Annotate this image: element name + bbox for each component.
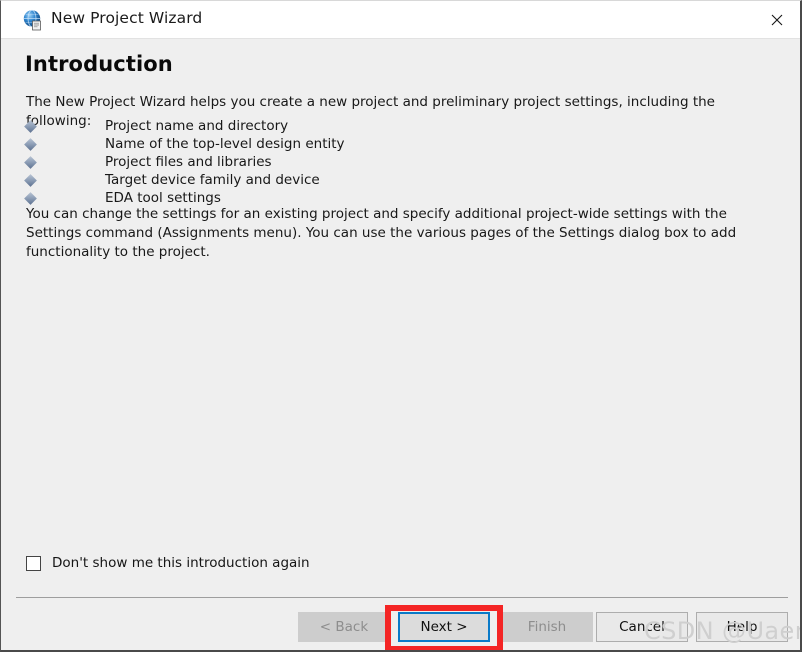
diamond-bullet-icon [24, 156, 37, 169]
diamond-bullet-icon [24, 138, 37, 151]
list-item: Project files and libraries [24, 153, 626, 171]
dont-show-again-checkbox[interactable]: Don't show me this introduction again [26, 553, 310, 573]
back-button[interactable]: < Back [298, 612, 390, 642]
checkbox-box-icon[interactable] [26, 555, 41, 571]
list-item: Name of the top-level design entity [24, 135, 626, 153]
cancel-button[interactable]: Cancel [596, 612, 688, 642]
diamond-bullet-icon [24, 174, 37, 187]
title-bar: New Project Wizard [1, 1, 800, 39]
note-paragraph: You can change the settings for an exist… [26, 206, 737, 260]
window-title: New Project Wizard [51, 9, 203, 27]
list-item-label: Project files and libraries [105, 154, 272, 170]
dont-show-again-label: Don't show me this introduction again [52, 555, 310, 571]
page-title: Introduction [25, 52, 173, 76]
diamond-bullet-icon [24, 120, 37, 133]
list-item-label: Project name and directory [105, 118, 289, 134]
list-item-label: Name of the top-level design entity [105, 136, 345, 152]
new-project-wizard-dialog: New Project Wizard Introduction The New … [0, 0, 802, 652]
diamond-bullet-icon [24, 192, 37, 205]
list-item-label: Target device family and device [105, 172, 320, 188]
next-button[interactable]: Next > [398, 612, 490, 642]
finish-button[interactable]: Finish [501, 612, 593, 642]
quartus-globe-icon [22, 9, 44, 31]
help-button[interactable]: Help [696, 612, 788, 642]
close-icon[interactable] [754, 1, 800, 38]
list-item: Target device family and device [24, 171, 626, 189]
footer-separator [16, 597, 788, 598]
list-item: Project name and directory [24, 117, 626, 135]
dialog-content: Introduction The New Project Wizard help… [2, 39, 800, 650]
feature-bullet-list: Project name and directory Name of the t… [24, 117, 626, 207]
